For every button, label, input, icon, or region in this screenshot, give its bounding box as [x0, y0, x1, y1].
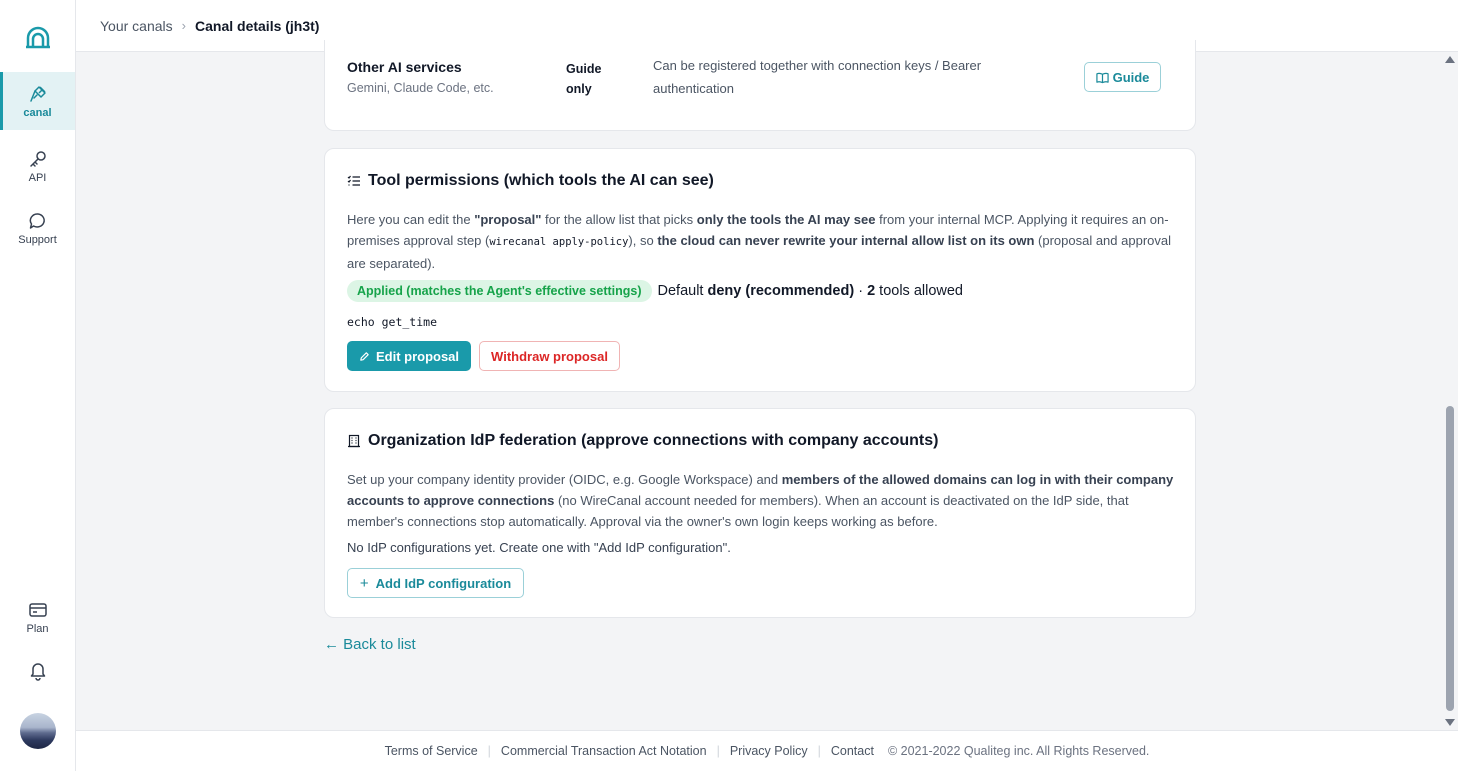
text-bold: only the tools the AI may see: [696, 212, 876, 227]
sidebar-item-label: API: [28, 171, 47, 184]
sidebar-item-api[interactable]: API: [0, 137, 75, 195]
sidebar-item-plan[interactable]: Plan: [0, 588, 75, 646]
scroll-up-icon[interactable]: [1445, 56, 1455, 63]
guide-label: Guide: [1112, 69, 1150, 85]
avatar[interactable]: [20, 713, 56, 749]
sidebar-item-label: canal: [23, 106, 52, 119]
default-label: Default: [657, 283, 704, 299]
footer-divider: |: [817, 744, 821, 758]
service-name: Other AI services: [347, 59, 462, 75]
key-icon: [29, 150, 46, 167]
plug-icon: [29, 85, 46, 102]
idp-description: Set up your company identity provider (O…: [347, 469, 1177, 532]
sidebar-item-label: Plan: [26, 622, 49, 635]
text: Here you can edit the: [347, 212, 475, 227]
sidebar-item-label: Support: [18, 233, 57, 246]
withdraw-proposal-label: Withdraw proposal: [491, 348, 608, 364]
tool-permissions-title: Tool permissions (which tools the AI can…: [347, 172, 714, 190]
scroll-down-icon[interactable]: [1445, 719, 1455, 726]
service-status: Guide only: [566, 62, 602, 96]
idp-federation-card: Organization IdP federation (approve con…: [324, 408, 1196, 618]
pencil-icon: [360, 351, 369, 361]
service-description: Can be registered together with connecti…: [653, 58, 982, 96]
separator-dot: ·: [858, 283, 864, 299]
text-bold: "proposal": [474, 212, 542, 227]
add-idp-button[interactable]: + Add IdP configuration: [347, 568, 524, 598]
page-title: Canal details (jh3t): [195, 17, 320, 34]
tool-permissions-card: Tool permissions (which tools the AI can…: [324, 148, 1196, 392]
footer-link-commercial[interactable]: Commercial Transaction Act Notation: [501, 744, 707, 758]
edit-proposal-button[interactable]: Edit proposal: [347, 341, 471, 371]
logo-icon[interactable]: [24, 24, 52, 52]
service-examples: Gemini, Claude Code, etc.: [347, 81, 494, 95]
ai-services-card: Other AI services Gemini, Claude Code, e…: [324, 40, 1196, 131]
checklist-icon: [347, 175, 360, 186]
chevron-right-icon: ›: [181, 18, 186, 33]
building-icon: [348, 434, 360, 448]
card-heading: Tool permissions (which tools the AI can…: [368, 172, 714, 189]
card-icon: [28, 602, 47, 617]
breadcrumb-parent[interactable]: Your canals: [100, 18, 173, 34]
guide-button[interactable]: Guide: [1084, 62, 1161, 92]
sidebar: canal API Support Plan: [0, 0, 76, 771]
chat-icon: [29, 212, 45, 229]
default-value: deny (recommended): [707, 283, 855, 299]
bell-icon[interactable]: [27, 659, 49, 681]
scrollbar[interactable]: [1442, 52, 1458, 730]
breadcrumb: Your canals › Canal details (jh3t): [100, 18, 319, 34]
footer-divider: |: [716, 744, 720, 758]
idp-empty-state: No IdP configurations yet. Create one wi…: [347, 540, 731, 555]
idp-title: Organization IdP federation (approve con…: [347, 432, 938, 450]
command-code: wirecanal apply-policy: [489, 236, 629, 248]
back-to-list-link[interactable]: ← Back to list: [324, 636, 416, 653]
footer-link-privacy[interactable]: Privacy Policy: [730, 744, 808, 758]
text-bold: the cloud can never rewrite your interna…: [657, 233, 1035, 248]
footer-link-terms[interactable]: Terms of Service: [385, 744, 478, 758]
card-heading: Organization IdP federation (approve con…: [368, 432, 939, 449]
sidebar-item-canal[interactable]: canal: [0, 72, 75, 130]
footer-divider: |: [487, 744, 491, 758]
policy-status-row: Applied (matches the Agent's effective s…: [347, 280, 963, 302]
add-idp-label: Add IdP configuration: [375, 575, 512, 591]
footer: Terms of Service | Commercial Transactio…: [76, 730, 1458, 771]
allowed-tools-list: echo get_time: [347, 315, 438, 329]
footer-link-contact[interactable]: Contact: [831, 744, 874, 758]
sidebar-item-support[interactable]: Support: [0, 199, 75, 257]
tool-count: 2: [867, 283, 876, 299]
tools-allowed-label: tools allowed: [879, 283, 963, 299]
copyright: © 2021-2022 Qualiteg inc. All Rights Res…: [887, 744, 1150, 758]
text: Set up your company identity provider (O…: [347, 472, 782, 487]
edit-proposal-label: Edit proposal: [375, 348, 460, 364]
plus-icon: +: [359, 574, 369, 592]
status-badge: Applied (matches the Agent's effective s…: [347, 280, 652, 302]
scroll-thumb[interactable]: [1446, 406, 1454, 711]
text: ), so: [628, 233, 658, 248]
book-icon: [1095, 72, 1109, 83]
text: for the allow list that picks: [541, 212, 697, 227]
tool-permissions-description: Here you can edit the "proposal" for the…: [347, 209, 1177, 274]
withdraw-proposal-button[interactable]: Withdraw proposal: [479, 341, 620, 371]
